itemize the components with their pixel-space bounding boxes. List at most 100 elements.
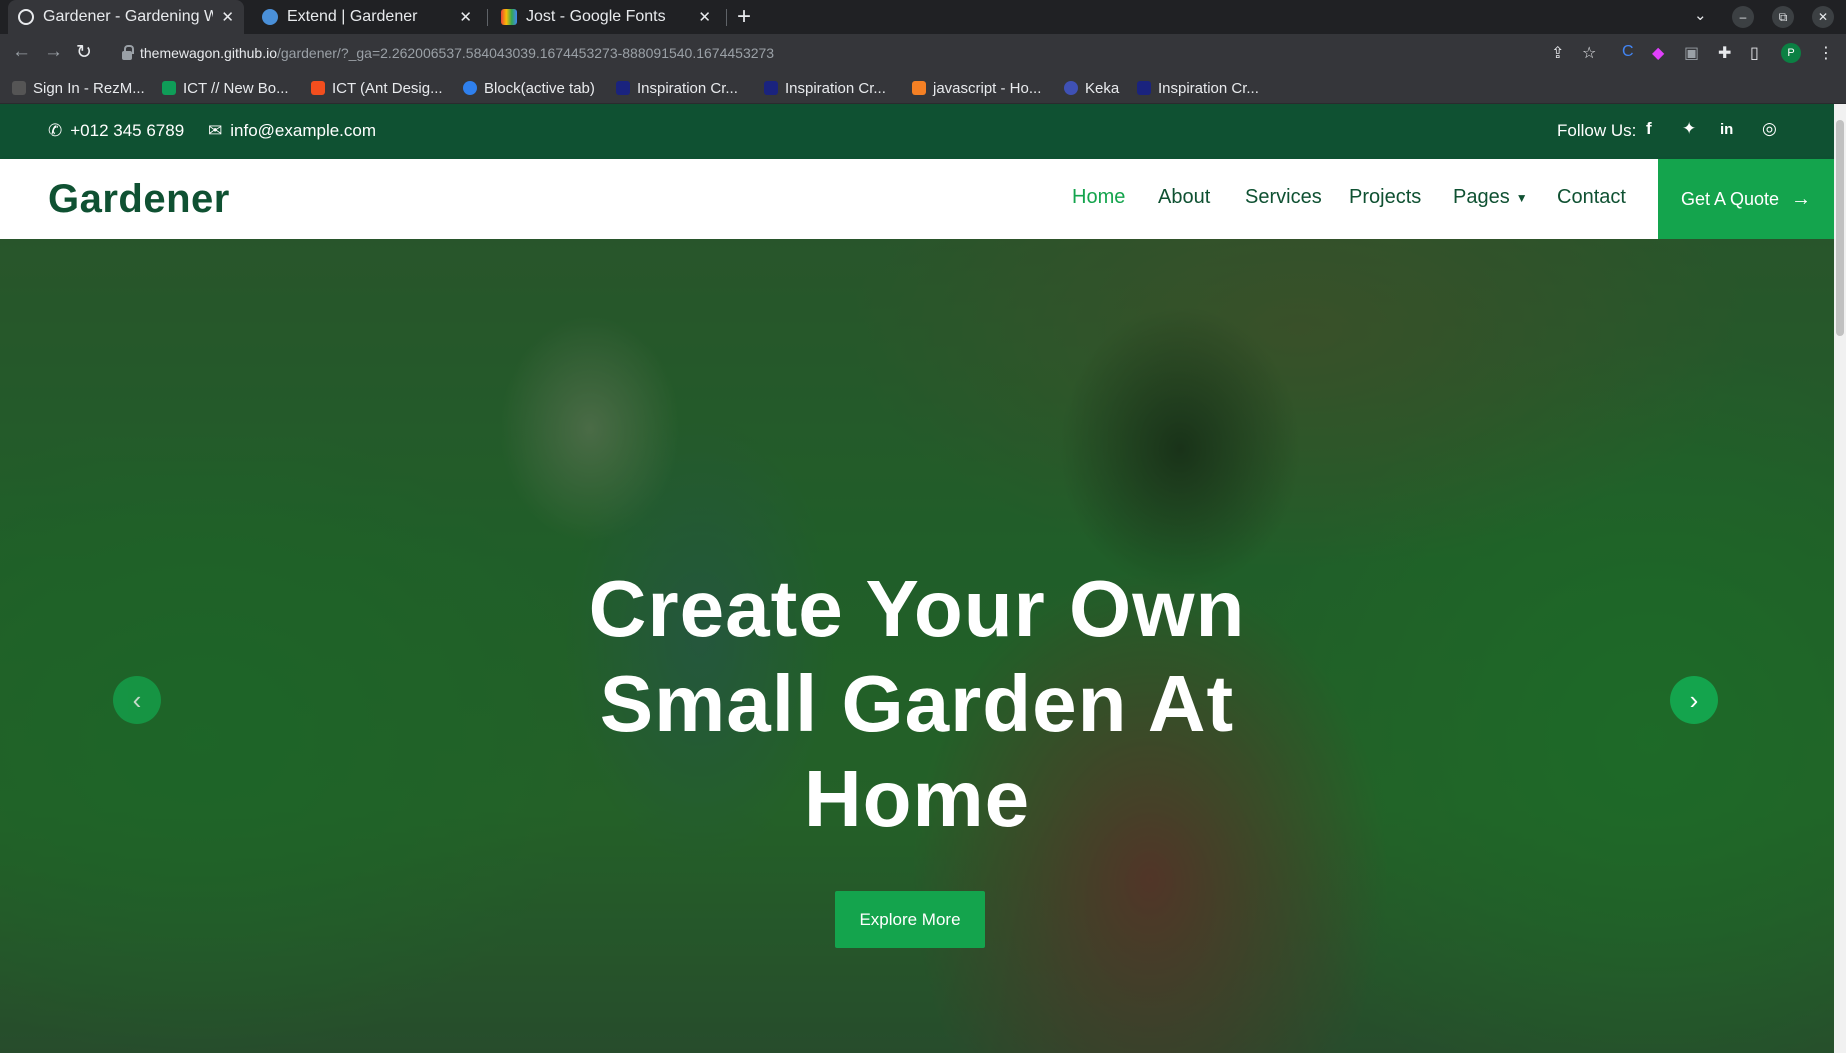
extension-c-icon[interactable]: C	[1622, 43, 1634, 61]
side-panel-icon[interactable]: ▯	[1750, 43, 1759, 63]
page-scrollbar[interactable]	[1834, 104, 1846, 1053]
browser-tab-strip: Gardener - Gardening We ✕ Extend | Garde…	[0, 0, 1846, 34]
browser-tab-jost[interactable]: Jost - Google Fonts ✕	[491, 0, 721, 34]
window-close-button[interactable]: ✕	[1812, 6, 1834, 28]
chevron-right-icon: ›	[1689, 684, 1699, 715]
google-fonts-icon	[501, 9, 517, 25]
share-icon[interactable]: ⇪	[1551, 43, 1564, 63]
tab-divider	[487, 9, 488, 26]
bookmark-label: Inspiration Cr...	[637, 79, 738, 97]
bookmark-favicon-icon	[616, 81, 630, 95]
nav-home[interactable]: Home	[1072, 186, 1125, 209]
kebab-menu-icon[interactable]: ⋮	[1818, 43, 1834, 63]
new-tab-button[interactable]: +	[737, 4, 751, 30]
bookmark-favicon-icon	[463, 81, 477, 95]
bookmark-label: Block(active tab)	[484, 79, 595, 97]
lock-icon	[122, 44, 134, 60]
extensions-puzzle-icon[interactable]: ✚	[1718, 43, 1731, 63]
get-quote-button[interactable]: Get A Quote →	[1658, 159, 1834, 239]
hero-title-line: Home	[803, 754, 1031, 843]
bookmark-label: javascript - Ho...	[933, 79, 1042, 97]
phone-icon: ✆	[48, 121, 63, 140]
bookmark-label: Keka	[1085, 79, 1120, 97]
carousel-next-button[interactable]: ›	[1670, 676, 1718, 724]
bookmark-item[interactable]: ICT (Ant Desig...	[311, 77, 443, 99]
brand-logo[interactable]: Gardener	[48, 177, 230, 222]
main-navbar: Gardener Home About Services Projects Pa…	[0, 159, 1834, 239]
hero-content: Create Your Own Small Garden At Home Exp…	[0, 239, 1834, 1053]
chevron-down-icon: ▼	[1515, 190, 1528, 205]
browser-tab-gardener[interactable]: Gardener - Gardening We ✕	[8, 0, 244, 34]
email-contact[interactable]: ✉ info@example.com	[208, 121, 376, 141]
email-address: info@example.com	[230, 121, 377, 140]
envelope-icon: ✉	[208, 121, 223, 140]
close-icon[interactable]: ✕	[698, 8, 711, 26]
tab-search-button[interactable]: ⌄	[1694, 6, 1707, 24]
bookmark-favicon-icon	[764, 81, 778, 95]
phone-number: +012 345 6789	[70, 121, 185, 140]
bookmark-favicon-icon	[1137, 81, 1151, 95]
tab-title: Jost - Google Fonts	[526, 8, 666, 25]
bookmark-item[interactable]: Inspiration Cr...	[1137, 77, 1259, 99]
hero-title-line: Small Garden At	[599, 659, 1235, 748]
scrollbar-thumb[interactable]	[1836, 120, 1844, 336]
forward-arrow-icon[interactable]: →	[44, 41, 63, 63]
bookmark-item[interactable]: ICT // New Bo...	[162, 77, 289, 99]
bookmark-star-icon[interactable]: ☆	[1582, 43, 1596, 63]
page-viewport: ✆ +012 345 6789 ✉ info@example.com Follo…	[0, 104, 1834, 1053]
bookmark-item[interactable]: Inspiration Cr...	[764, 77, 886, 99]
extension-robot-icon[interactable]: ▣	[1684, 43, 1699, 63]
explore-more-button[interactable]: Explore More	[835, 891, 985, 948]
chevron-left-icon: ‹	[132, 684, 142, 715]
hero-title: Create Your Own Small Garden At Home	[517, 561, 1317, 846]
follow-us-label: Follow Us:	[1557, 121, 1637, 140]
nav-pages[interactable]: Pages ▼	[1453, 186, 1528, 209]
nav-projects[interactable]: Projects	[1349, 186, 1421, 209]
phone-contact[interactable]: ✆ +012 345 6789	[48, 121, 184, 141]
bookmarks-bar: Sign In - RezM... ICT // New Bo... ICT (…	[0, 72, 1846, 104]
extension-figma-icon[interactable]: ◆	[1652, 43, 1664, 63]
bookmark-favicon-icon	[162, 81, 176, 95]
profile-avatar[interactable]: P	[1781, 43, 1801, 63]
tab-title: Gardener - Gardening We	[43, 8, 214, 25]
nav-about[interactable]: About	[1158, 186, 1210, 209]
bookmark-item[interactable]: javascript - Ho...	[912, 77, 1041, 99]
bookmark-item[interactable]: Sign In - RezM...	[12, 77, 145, 99]
url-host: themewagon.github.io	[140, 45, 277, 61]
arrow-right-icon: →	[1791, 187, 1812, 210]
facebook-icon[interactable]: f	[1646, 119, 1652, 139]
bookmark-favicon-icon	[12, 81, 26, 95]
bookmark-item[interactable]: Block(active tab)	[463, 77, 595, 99]
back-arrow-icon[interactable]: ←	[12, 41, 31, 63]
restore-button[interactable]: ⧉	[1772, 6, 1794, 28]
nav-services[interactable]: Services	[1245, 186, 1322, 209]
bookmark-item[interactable]: Inspiration Cr...	[616, 77, 738, 99]
hero-title-line: Create Your Own	[588, 564, 1246, 653]
reload-icon[interactable]: ↻	[76, 41, 92, 64]
minimize-button[interactable]: –	[1732, 6, 1754, 28]
hero-carousel: Create Your Own Small Garden At Home Exp…	[0, 239, 1834, 1053]
close-icon[interactable]: ✕	[459, 8, 472, 26]
bookmark-label: ICT (Ant Desig...	[332, 79, 443, 97]
linkedin-icon[interactable]: in	[1720, 121, 1733, 138]
get-quote-label: Get A Quote	[1680, 188, 1780, 209]
tab-divider	[726, 9, 727, 26]
nav-contact[interactable]: Contact	[1557, 186, 1626, 209]
instagram-icon[interactable]: ◎	[1762, 119, 1777, 139]
bookmark-favicon-icon	[1064, 81, 1078, 95]
address-bar[interactable]: themewagon.github.io /gardener/?_ga=2.26…	[112, 38, 1572, 68]
bookmark-label: Inspiration Cr...	[785, 79, 886, 97]
twitter-icon[interactable]: ✦	[1682, 119, 1696, 139]
browser-toolbar: ← → ↻ themewagon.github.io /gardener/?_g…	[0, 34, 1846, 72]
globe-icon	[18, 9, 34, 25]
close-icon[interactable]: ✕	[221, 8, 234, 26]
bookmark-favicon-icon	[311, 81, 325, 95]
contact-topbar: ✆ +012 345 6789 ✉ info@example.com Follo…	[0, 104, 1834, 159]
drupal-icon	[262, 9, 278, 25]
bookmark-item[interactable]: Keka	[1064, 77, 1119, 99]
bookmark-favicon-icon	[912, 81, 926, 95]
tab-title: Extend | Gardener	[287, 8, 418, 25]
bookmark-label: Inspiration Cr...	[1158, 79, 1259, 97]
carousel-prev-button[interactable]: ‹	[113, 676, 161, 724]
browser-tab-extend[interactable]: Extend | Gardener ✕	[252, 0, 482, 34]
